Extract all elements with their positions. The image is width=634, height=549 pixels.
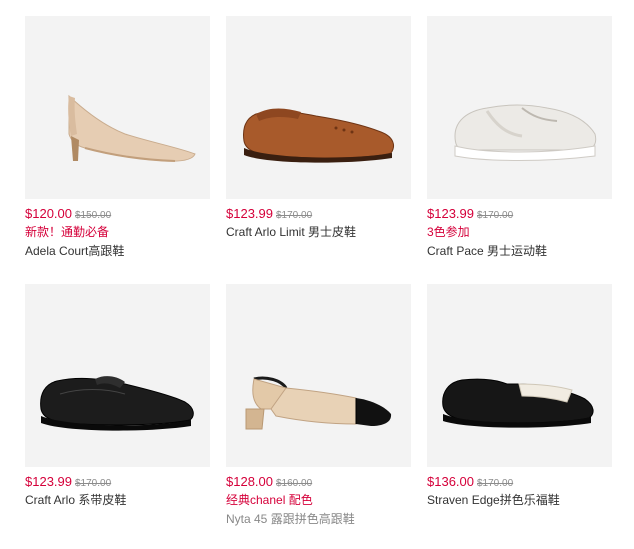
product-name[interactable]: Adela Court高跟鞋 (25, 243, 210, 260)
product-image[interactable] (25, 16, 210, 199)
promo-text: 新款！通勤必备 (25, 225, 110, 239)
beige-pump-shoe-icon (68, 94, 196, 162)
tan-brogue-shoe-icon (243, 108, 394, 163)
product-card[interactable]: $120.00 $150.00 新款！通勤必备 Adela Court高跟鞋 (25, 16, 210, 260)
sale-price: $128.00 (226, 474, 273, 489)
promo-text: 经典chanel 配色 (226, 493, 313, 507)
sale-price: $123.99 (226, 206, 273, 221)
product-card[interactable]: $136.00 $170.00 Straven Edge拼色乐福鞋 (427, 284, 612, 509)
product-image[interactable] (25, 284, 210, 467)
promo-text: 3色参加 (427, 225, 470, 239)
product-image[interactable] (427, 16, 612, 199)
two-tone-loafer-icon (442, 378, 594, 428)
original-price: $170.00 (276, 210, 313, 221)
product-card[interactable]: $128.00 $160.00 经典chanel 配色 Nyta 45 露跟拼色高… (226, 284, 411, 528)
original-price: $150.00 (75, 210, 112, 221)
product-name[interactable]: Craft Arlo 系带皮鞋 (25, 492, 210, 509)
product-name[interactable]: Nyta 45 露跟拼色高跟鞋 (226, 511, 411, 528)
white-sneaker-icon (454, 104, 597, 161)
product-name[interactable]: Craft Arlo Limit 男士皮鞋 (226, 224, 411, 241)
two-tone-slingback-icon (245, 376, 392, 430)
black-derby-shoe-icon (40, 376, 194, 431)
product-name[interactable]: Straven Edge拼色乐福鞋 (427, 492, 612, 509)
original-price: $170.00 (75, 478, 112, 489)
original-price: $170.00 (477, 478, 514, 489)
product-card[interactable]: $123.99 $170.00 Craft Arlo 系带皮鞋 (25, 284, 210, 509)
product-card[interactable]: $123.99 $170.00 3色参加 Craft Pace 男士运动鞋 (427, 16, 612, 260)
product-name[interactable]: Craft Pace 男士运动鞋 (427, 243, 612, 260)
sale-price: $123.99 (25, 474, 72, 489)
sale-price: $136.00 (427, 474, 474, 489)
sale-price: $120.00 (25, 206, 72, 221)
original-price: $170.00 (477, 210, 514, 221)
product-card[interactable]: $123.99 $170.00 Craft Arlo Limit 男士皮鞋 (226, 16, 411, 241)
product-image[interactable] (226, 16, 411, 199)
sale-price: $123.99 (427, 206, 474, 221)
product-image[interactable] (226, 284, 411, 467)
product-image[interactable] (427, 284, 612, 467)
original-price: $160.00 (276, 478, 313, 489)
